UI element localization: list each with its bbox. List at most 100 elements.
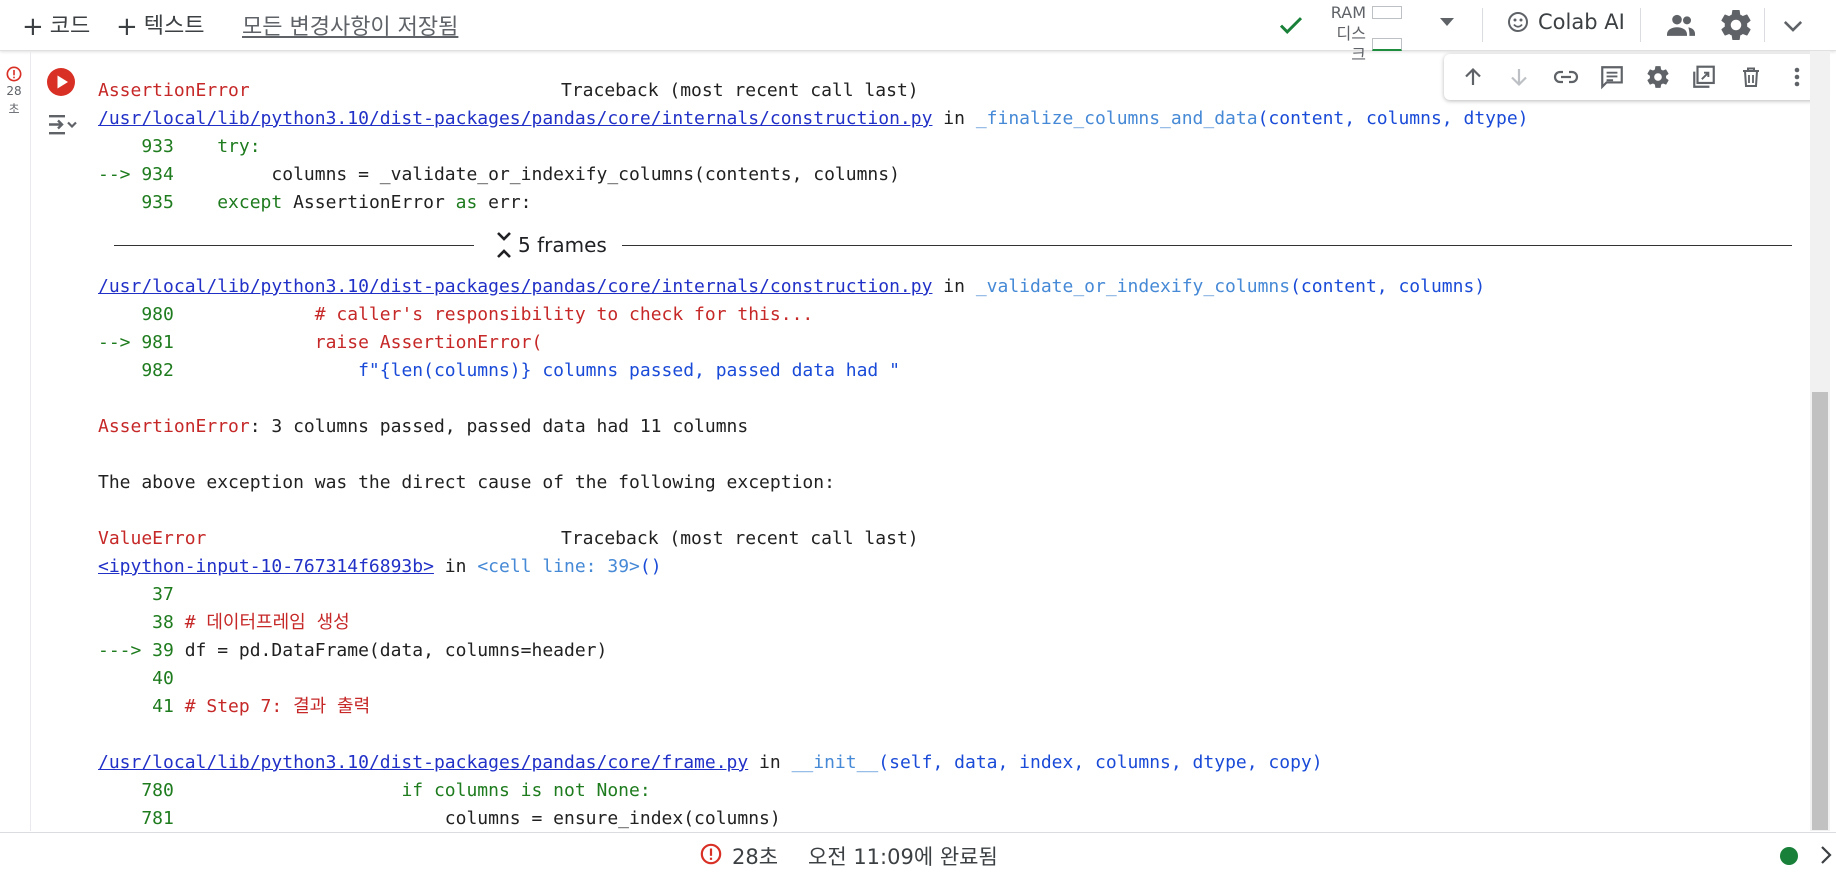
error-icon <box>6 66 22 82</box>
code-line-current: ---> 39 df = pd.DataFrame(data, columns=… <box>98 637 1798 665</box>
traceback-title: Traceback (most recent call last) <box>561 528 919 549</box>
output-actions-icon[interactable] <box>46 112 78 138</box>
function-name: __init__ <box>791 752 879 773</box>
runtime-dropdown-icon[interactable] <box>1440 18 1454 26</box>
add-code-button[interactable]: + 코드 <box>22 8 91 42</box>
run-cell-button[interactable] <box>46 67 76 97</box>
keyword: as <box>455 192 478 213</box>
connection-status-dot <box>1780 847 1798 865</box>
traceback-header: AssertionError Traceback (most recent cal… <box>98 77 1798 105</box>
exec-time-number: 28 <box>6 84 22 98</box>
code-line: 780 if columns is not None: <box>98 777 1798 805</box>
add-code-label: 코드 <box>49 14 91 39</box>
line-number: 40 <box>98 668 185 689</box>
code-text: raise AssertionError( <box>184 332 543 353</box>
code-text: if columns is not None: <box>184 780 651 801</box>
exception-name: AssertionError <box>98 416 250 437</box>
chevron-right-icon[interactable] <box>1818 843 1834 867</box>
exception-name: ValueError <box>98 528 207 549</box>
save-status-link[interactable]: 모든 변경사항이 저장됨 <box>242 9 458 41</box>
code-line: 980 # caller's responsibility to check f… <box>98 301 1798 329</box>
traceback-header: ValueError Traceback (most recent call la… <box>98 525 1798 553</box>
status-bar: 28초 오전 11:09에 완료됨 <box>0 832 1836 875</box>
cell-output: AssertionError Traceback (most recent cal… <box>98 77 1798 832</box>
file-link[interactable]: /usr/local/lib/python3.10/dist-packages/… <box>98 276 932 297</box>
in-keyword: in <box>932 108 976 129</box>
divider <box>1640 8 1641 42</box>
line-number: 780 <box>98 780 185 801</box>
notebook-toolbar: + 코드 + 텍스트 모든 변경사항이 저장됨 RAM 디스크 Colab AI <box>0 0 1836 64</box>
add-text-button[interactable]: + 텍스트 <box>116 8 205 42</box>
in-keyword: in <box>932 276 976 297</box>
cell-gutter <box>0 51 31 831</box>
resource-indicator[interactable]: RAM 디스크 <box>1326 2 1402 65</box>
expand-frames-button[interactable]: 5 frames <box>496 231 607 259</box>
code-line: 41 # Step 7: 결과 출력 <box>98 693 1798 721</box>
line-number: 933 <box>98 136 185 157</box>
divider <box>1764 8 1765 42</box>
plus-icon: + <box>116 12 138 42</box>
code-comment: # Step 7: 결과 출력 <box>184 696 371 717</box>
collapse-chevron-icon[interactable] <box>1778 12 1808 40</box>
expand-frames-icon <box>497 232 511 258</box>
share-people-icon[interactable] <box>1664 9 1698 41</box>
file-link[interactable]: /usr/local/lib/python3.10/dist-packages/… <box>98 108 932 129</box>
traceback-title: Traceback (most recent call last) <box>561 80 919 101</box>
function-args: (self, data, index, columns, dtype, copy… <box>878 752 1323 773</box>
disk-bar <box>1372 37 1402 51</box>
colab-ai-label: Colab AI <box>1538 10 1625 34</box>
keyword: except <box>184 192 283 213</box>
colab-ai-button[interactable]: Colab AI <box>1506 10 1625 34</box>
function-args: (content, columns) <box>1290 276 1486 297</box>
scrollbar-thumb[interactable] <box>1812 392 1828 830</box>
code-comment: # 데이터프레임 생성 <box>184 612 350 633</box>
traceback-frame-location: /usr/local/lib/python3.10/dist-packages/… <box>98 749 1798 777</box>
code-line-current: --> 981 raise AssertionError( <box>98 329 1798 357</box>
line-number: 38 <box>98 612 185 633</box>
plus-icon: + <box>22 12 44 42</box>
current-line-arrow: --> 934 <box>98 164 185 185</box>
line-number: 980 <box>98 304 185 325</box>
code-line: 38 # 데이터프레임 생성 <box>98 609 1798 637</box>
current-line-arrow: --> 981 <box>98 332 185 353</box>
traceback-frame-location: <ipython-input-10-767314f6893b> in <cell… <box>98 553 1798 581</box>
file-link[interactable]: /usr/local/lib/python3.10/dist-packages/… <box>98 752 748 773</box>
traceback-frame-location: /usr/local/lib/python3.10/dist-packages/… <box>98 105 1798 133</box>
line-number: 37 <box>98 584 185 605</box>
current-line-arrow: ---> 39 <box>98 640 185 661</box>
function-name: _finalize_columns_and_data <box>975 108 1258 129</box>
code-text: err: <box>477 192 532 213</box>
disk-label: 디스크 <box>1336 24 1366 64</box>
traceback-frame-location: /usr/local/lib/python3.10/dist-packages/… <box>98 273 1798 301</box>
status-completed: 오전 11:09에 완료됨 <box>808 845 998 869</box>
code-text: try: <box>184 136 261 157</box>
code-text: columns = ensure_index(columns) <box>184 808 781 829</box>
code-string: f"{len(columns)} columns passed, passed … <box>184 360 900 381</box>
error-icon <box>700 843 722 865</box>
divider <box>1482 8 1483 42</box>
error-message: AssertionError: 3 columns passed, passed… <box>98 413 1798 441</box>
code-line: 982 f"{len(columns)} columns passed, pas… <box>98 357 1798 385</box>
line-number: 935 <box>98 192 185 213</box>
cell-line-ref: <cell line: 39> <box>477 556 640 577</box>
in-keyword: in <box>433 556 478 577</box>
settings-gear-icon[interactable] <box>1718 7 1754 43</box>
colab-ai-icon <box>1508 12 1528 32</box>
code-comment: # caller's responsibility to check for t… <box>184 304 814 325</box>
cause-message: The above exception was the direct cause… <box>98 472 835 493</box>
code-text: columns = _validate_or_indexify_columns(… <box>184 164 900 185</box>
exception-name: AssertionError <box>98 80 250 101</box>
code-line: 37 <box>98 581 1798 609</box>
frames-label: 5 frames <box>518 233 607 257</box>
ipython-input-link[interactable]: <ipython-input-10-767314f6893b> <box>98 556 434 577</box>
in-keyword: in <box>748 752 792 773</box>
connected-check-icon[interactable] <box>1276 10 1306 40</box>
code-line: 935 except AssertionError as err: <box>98 189 1798 217</box>
function-args: () <box>639 556 662 577</box>
code-line: 933 try: <box>98 133 1798 161</box>
code-line: 40 <box>98 665 1798 693</box>
